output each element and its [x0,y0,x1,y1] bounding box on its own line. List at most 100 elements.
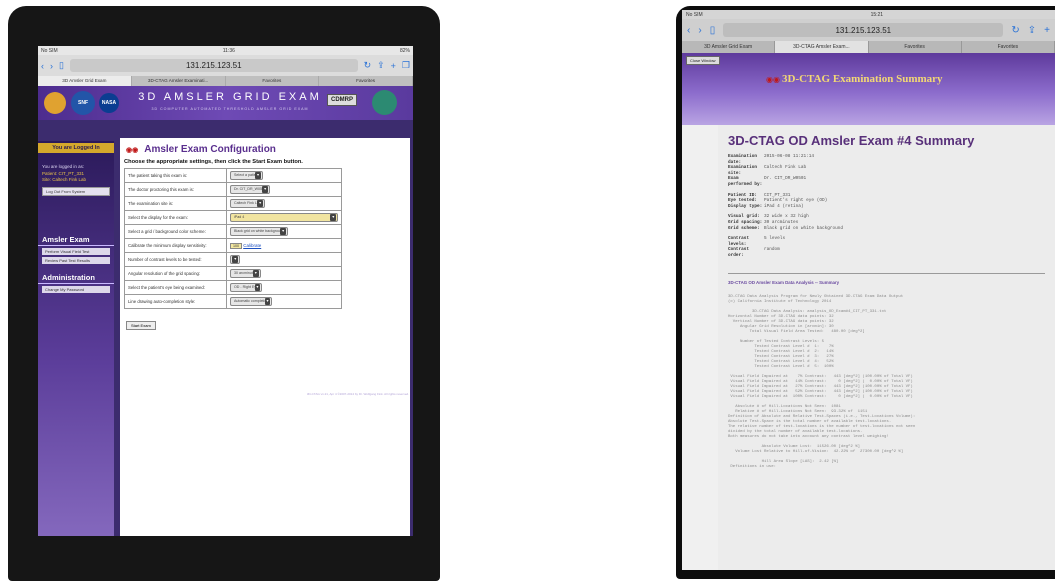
forward-icon[interactable]: › [698,25,701,36]
cdmrp-badge: CDMRP [327,94,357,106]
table-row: Select the display for the exam: iPad 4 [124,210,342,225]
row-label: Calibrate the minimum display sensitivit… [124,238,227,253]
table-row: Number of contrast levels to be tested: … [124,252,342,267]
summary-title: 3D-CTAG Examination Summary [782,73,943,85]
site-select[interactable]: Caltech Fink Lab [230,199,265,208]
patient-select[interactable]: Select a patient [230,171,263,180]
tab-examination[interactable]: 3D-CTAG Amsler Exam... [775,41,869,53]
nasa-logo: NASA [99,93,119,113]
table-row: Calibrate the minimum display sensitivit… [124,238,342,253]
logout-button[interactable]: Log Out From System [42,187,110,196]
contrast-levels-select[interactable]: 5 [230,255,240,264]
detail-row: Exam performed by: Dr. CIT_DR_W0501 [728,176,807,187]
copyright-footer: 3D-CTAG v1.21, Apr 4 ©2007-2014 by Dr. W… [306,392,409,396]
row-label: The examination site is: [124,196,227,211]
url-text: 131.215.123.51 [835,25,892,35]
detail-row: Examination date: 2015-06-08 11:21:14 [728,154,815,165]
logged-in-header: You are Logged In [38,143,114,153]
browser-tabs: 3D Amsler Grid Exam 3D-CTAG Amsler Exam.… [682,41,1055,53]
administration-section: Administration [38,272,114,284]
eye-icon: ◉◉ [766,75,780,84]
banner-subtitle: 3D COMPUTER AUTOMATED THRESHOLD AMSLER G… [151,107,309,111]
display-select[interactable]: iPad 4 [230,213,338,222]
perform-test-link[interactable]: Perform Visual Field Test [42,248,110,255]
row-label: Angular resolution of the grid spacing: [124,266,227,281]
table-row: The patient taking this exam is: Select … [124,168,342,183]
start-exam-button[interactable]: Start Exam [126,321,156,330]
reload-icon[interactable]: ↻ [1011,25,1019,36]
browser-toolbar: ‹ › ▯ 131.215.123.51 ↻ ⇪ + ❐ [38,55,413,76]
right-ipad-screen: No SIM 15:21 ‹ › ▯ 131.215.123.51 ↻ ⇪ + … [682,10,1055,570]
doctor-select[interactable]: Dr. CIT_DR_W0501 [230,185,270,194]
url-text: 131.215.123.51 [185,61,242,70]
eye-icon: ◉◉ [126,146,139,154]
new-tab-icon[interactable]: + [1044,25,1050,36]
left-ipad-screen: No SIM 11:36 82% ‹ › ▯ 131.215.123.51 ↻ … [38,46,413,536]
bookmarks-icon[interactable]: ▯ [710,25,716,36]
site-banner: SNF NASA 3D AMSLER GRID EXAM 3D COMPUTER… [38,86,413,120]
bookmarks-icon[interactable]: ▯ [59,60,64,71]
reload-icon[interactable]: ↻ [364,60,372,71]
summary-banner: Close Window ◉◉ 3D-CTAG Examination Summ… [682,53,1055,125]
share-icon[interactable]: ⇪ [1028,25,1036,36]
table-row: Select a grid / background color scheme:… [124,224,342,239]
tabs-icon[interactable]: ❐ [402,60,410,71]
site-line: Site: Caltech Fink Lab [42,177,87,182]
row-label: The patient taking this exam is: [124,168,227,183]
row-label: Select the display for the exam: [124,210,227,225]
calibrate-link[interactable]: Calibrate [243,243,261,248]
analysis-text: 3D-CTAG Data Analysis Program for Newly … [728,294,916,469]
new-tab-icon[interactable]: + [391,61,396,71]
row-label: Line drawing auto-completion style: [124,294,227,309]
exam-details: Examination date: 2015-06-08 11:21:14 Exa… [728,154,1055,259]
tab-favorites[interactable]: Favorites [869,41,962,53]
back-icon[interactable]: ‹ [41,61,44,71]
data-analysis-link[interactable]: 3D-CTAG OD Amsler Exam Data Analysis -- … [728,280,1055,285]
address-bar[interactable]: 131.215.123.51 [69,59,358,72]
browser-toolbar: ‹ › ▯ 131.215.123.51 ↻ ⇪ + [682,19,1055,41]
config-table: The patient taking this exam is: Select … [124,168,342,309]
detail-row: Examination site: Caltech Fink Lab [728,165,807,176]
tab-favorites-2[interactable]: Favorites [962,41,1055,53]
battery-label: 82% [399,47,410,54]
divider [728,272,1045,274]
row-label: The doctor proctoring this exam is: [124,182,227,197]
autocomplete-select[interactable]: Automatic completion [230,297,273,306]
grid-spacing-select[interactable]: 30 arcminutes [230,269,261,278]
logged-in-as: You are logged in as: [42,164,85,169]
eye-select[interactable]: OD - Right Eye [230,283,263,292]
carrier-label: No SIM [41,47,58,54]
snf-logo: SNF [71,91,95,115]
sensitivity-field[interactable]: 100 [230,242,242,249]
table-row: The examination site is: Caltech Fink La… [124,196,342,211]
status-bar: No SIM 11:36 82% [38,46,413,55]
tab-favorites-2[interactable]: Favorites [319,76,413,86]
status-bar: No SIM 15:21 [682,10,1055,19]
sidebar: You are Logged In You are logged in as: … [38,141,114,536]
left-ipad-photo: No SIM 11:36 82% ‹ › ▯ 131.215.123.51 ↻ … [8,6,440,581]
back-icon[interactable]: ‹ [687,25,690,36]
banner-title: 3D AMSLER GRID EXAM [138,91,322,103]
config-panel: ◉◉ Amsler Exam Configuration Choose the … [120,138,410,536]
row-label: Select the patient's eye being examined: [124,280,227,295]
carrier-label: No SIM [686,11,703,18]
tab-amsler-grid[interactable]: 3D Amsler Grid Exam [38,76,132,86]
table-row: Select the patient's eye being examined:… [124,280,342,295]
config-heading: ◉◉ Amsler Exam Configuration [126,144,410,155]
forward-icon[interactable]: › [50,61,53,71]
summary-document: 3D-CTAG OD Amsler Exam #4 Summary Examin… [718,125,1055,570]
change-password-link[interactable]: Change My Password [42,286,110,293]
close-window-button[interactable]: Close Window [686,56,720,65]
color-scheme-select[interactable]: Black grid on white background [230,227,288,236]
tab-amsler-grid[interactable]: 3D Amsler Grid Exam [682,41,776,53]
row-label: Number of contrast levels to be tested: [124,252,227,267]
share-icon[interactable]: ⇪ [377,60,385,71]
tab-examination[interactable]: 3D-CTAG Amsler Examinati... [132,76,226,86]
tab-favorites[interactable]: Favorites [226,76,320,86]
sun-logo-icon [44,92,66,114]
detail-row: Contrast order: random [728,247,780,258]
address-bar[interactable]: 131.215.123.51 [723,23,1004,37]
review-results-link[interactable]: Review Past Test Results [42,257,110,264]
config-instructions: Choose the appropriate settings, then cl… [124,159,303,165]
right-ipad-photo: No SIM 15:21 ‹ › ▯ 131.215.123.51 ↻ ⇪ + … [676,6,1055,579]
